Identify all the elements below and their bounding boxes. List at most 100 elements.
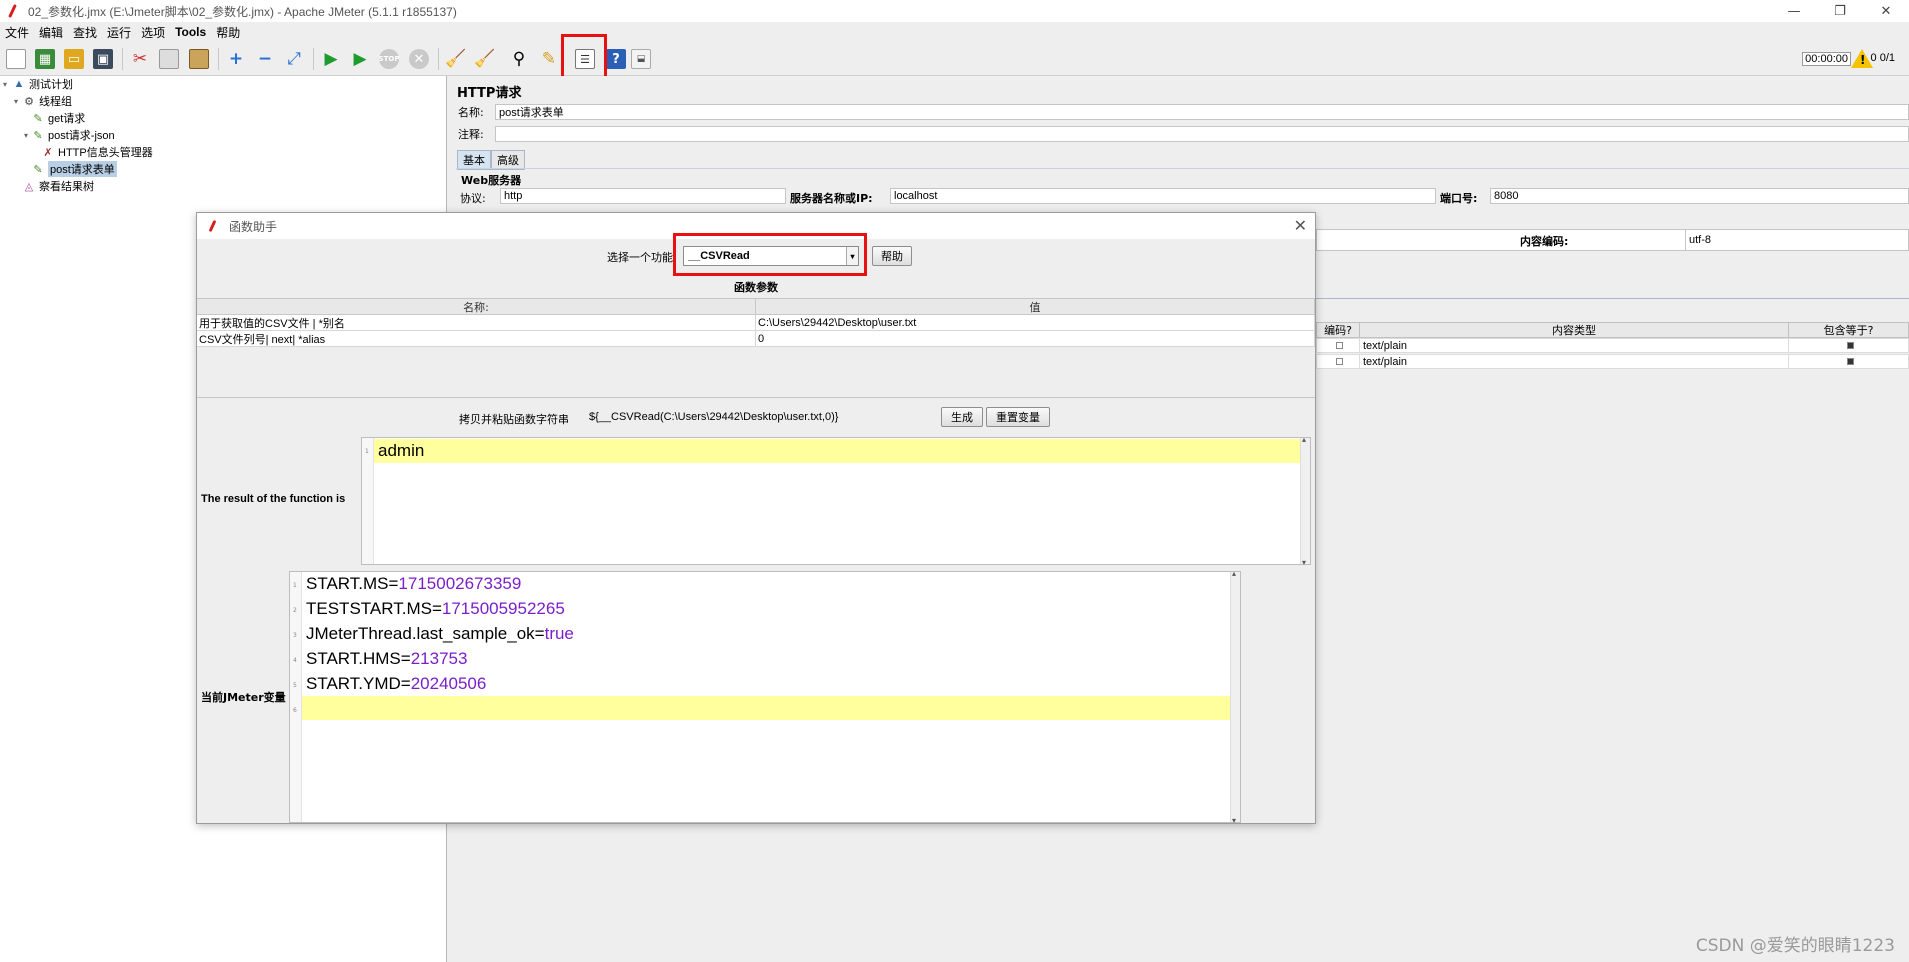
tree-item-get-request[interactable]: ✎ get请求 — [31, 110, 85, 126]
result-textarea[interactable]: 1 admin — [361, 435, 1311, 567]
encoding-field[interactable]: utf-8 — [1685, 229, 1909, 251]
protocol-field[interactable]: http — [500, 188, 786, 204]
select-function-label: 选择一个功能 — [607, 251, 673, 264]
param-header-content-type: 内容类型 — [1359, 322, 1789, 338]
menu-file[interactable]: 文件 — [0, 24, 34, 41]
close-icon[interactable]: ✕ — [1294, 216, 1307, 235]
open-icon[interactable]: ▭ — [61, 46, 87, 72]
menu-search[interactable]: 查找 — [68, 24, 102, 41]
vars-scrollbar[interactable] — [1230, 569, 1240, 825]
minimize-button[interactable]: — — [1771, 0, 1817, 22]
generate-button[interactable]: 生成 — [941, 407, 983, 427]
param-row-2-encode[interactable] — [1316, 354, 1360, 369]
window-titlebar: 02_参数化.jmx (E:\Jmeter脚本\02_参数化.jmx) - Ap… — [0, 0, 1909, 22]
function-select-highlight — [673, 233, 867, 276]
clear-all-icon[interactable]: 🧹 — [472, 46, 498, 72]
params-header-value: 值 — [756, 299, 1315, 315]
restore-button[interactable]: ❐ — [1817, 0, 1863, 22]
protocol-label: 协议: — [460, 192, 486, 205]
shutdown-icon[interactable]: ✕ — [406, 46, 432, 72]
thread-group-icon: ⚙ — [24, 95, 34, 108]
param-row-1-content-type[interactable]: text/plain — [1359, 338, 1789, 353]
params-row-2-name[interactable]: CSV文件列号| next| *alias — [197, 331, 756, 347]
param-row-1-include-equals[interactable] — [1788, 338, 1909, 353]
web-server-title: Web服务器 — [461, 174, 522, 187]
window-title: 02_参数化.jmx (E:\Jmeter脚本\02_参数化.jmx) - Ap… — [28, 4, 457, 19]
log-viewer-icon[interactable]: ⬓ — [628, 46, 654, 72]
copy-string-label: 拷贝并粘贴函数字符串 — [459, 413, 569, 426]
tree-item-post-json[interactable]: ✎ post请求-json — [31, 127, 114, 143]
start-no-pause-icon[interactable]: ▶ — [347, 46, 373, 72]
var-line: START.MS=1715002673359 — [306, 574, 522, 593]
param-row-2-include-equals[interactable] — [1788, 354, 1909, 369]
result-scrollbar[interactable] — [1300, 435, 1310, 567]
function-params-table: 名称: 值 用于获取值的CSV文件 | *别名 C:\Users\29442\D… — [197, 298, 1315, 398]
listener-icon: ◬ — [24, 180, 34, 193]
result-label: The result of the function is — [201, 493, 346, 505]
name-label: 名称: — [458, 106, 484, 119]
param-header-encode: 编码? — [1316, 322, 1360, 338]
dialog-title: 函数助手 — [229, 219, 278, 234]
paste-icon[interactable] — [186, 46, 212, 72]
expand-icon[interactable]: + — [223, 46, 249, 72]
close-window-button[interactable]: ✕ — [1863, 0, 1909, 22]
params-row-1-name[interactable]: 用于获取值的CSV文件 | *别名 — [197, 315, 756, 331]
menu-options[interactable]: 选项 — [136, 24, 170, 41]
test-plan-icon: ▲ — [13, 78, 25, 90]
stop-icon[interactable]: STOP — [376, 46, 402, 72]
function-string-field[interactable]: ${__CSVRead(C:\Users\29442\Desktop\user.… — [589, 407, 937, 427]
tree-item-thread-group[interactable]: ⚙ 线程组 — [22, 93, 72, 109]
function-helper-highlight — [561, 34, 607, 80]
start-icon[interactable]: ▶ — [318, 46, 344, 72]
params-header-name: 名称: — [197, 299, 756, 315]
tree-item-test-plan[interactable]: ▲ 测试计划 — [12, 76, 73, 92]
sampler-icon: ✎ — [33, 163, 43, 176]
param-row-2-content-type[interactable]: text/plain — [1359, 354, 1789, 369]
param-row-1-encode[interactable] — [1316, 338, 1360, 353]
tree-item-header-manager[interactable]: ✗ HTTP信息头管理器 — [41, 144, 152, 160]
search-icon[interactable]: ⚲ — [506, 46, 532, 72]
watermark: CSDN @爱笑的眼睛1223 — [1695, 936, 1895, 956]
params-row-1-value[interactable]: C:\Users\29442\Desktop\user.txt — [756, 315, 1315, 331]
encoding-label: 内容编码: — [1520, 235, 1569, 248]
templates-icon[interactable]: ▦ — [32, 46, 58, 72]
clear-icon[interactable]: 🧹 — [443, 46, 469, 72]
web-server-group: Web服务器 — [456, 168, 1909, 188]
server-field[interactable]: localhost — [890, 188, 1436, 204]
server-label: 服务器名称或IP: — [790, 192, 873, 205]
cut-icon[interactable]: ✂ — [127, 46, 153, 72]
config-icon: ✗ — [43, 146, 53, 159]
comment-field[interactable] — [495, 126, 1909, 142]
tab-advanced[interactable]: 高级 — [491, 150, 525, 170]
menu-edit[interactable]: 编辑 — [34, 24, 68, 41]
toolbar: ▦ ▭ ▣ ✂ + − ⤢ ▶ ▶ STOP ✕ 🧹 🧹 ⚲ ✎ ☰ ? ⬓ 0… — [0, 34, 1909, 80]
sampler-icon: ✎ — [33, 112, 43, 125]
sampler-icon: ✎ — [33, 129, 43, 142]
collapse-icon[interactable]: − — [252, 46, 278, 72]
port-field[interactable]: 8080 — [1490, 188, 1909, 204]
new-icon[interactable] — [3, 46, 29, 72]
var-line: START.HMS=213753 — [306, 649, 468, 668]
tree-item-post-form[interactable]: ✎ post请求表单 — [31, 161, 117, 177]
reset-search-icon[interactable]: ✎ — [536, 46, 562, 72]
tree-item-view-results[interactable]: ◬ 察看结果树 — [22, 178, 94, 194]
menu-help[interactable]: 帮助 — [211, 24, 245, 41]
params-row-2-value[interactable]: 0 — [756, 331, 1315, 347]
save-icon[interactable]: ▣ — [90, 46, 116, 72]
menu-run[interactable]: 运行 — [102, 24, 136, 41]
help-button[interactable]: 帮助 — [872, 246, 912, 266]
path-field[interactable] — [1316, 229, 1686, 251]
function-params-title: 函数参数 — [734, 281, 778, 294]
comment-label: 注释: — [458, 128, 484, 141]
reset-variables-button[interactable]: 重置变量 — [986, 407, 1050, 427]
tab-bar: 基本 高级 — [457, 150, 525, 170]
name-field[interactable]: post请求表单 — [495, 104, 1909, 120]
tab-basic[interactable]: 基本 — [457, 150, 491, 170]
jmeter-vars-textarea[interactable]: 1 2 3 4 5 6 START.MS=1715002673359 TESTS… — [289, 569, 1241, 825]
menu-tools[interactable]: Tools — [170, 25, 211, 39]
param-header-include-equals: 包含等于? — [1788, 322, 1909, 338]
toggle-icon[interactable]: ⤢ — [281, 46, 307, 72]
result-value: admin — [378, 441, 425, 460]
copy-icon[interactable] — [156, 46, 182, 72]
elapsed-timer: 00:00:00 — [1802, 52, 1851, 66]
